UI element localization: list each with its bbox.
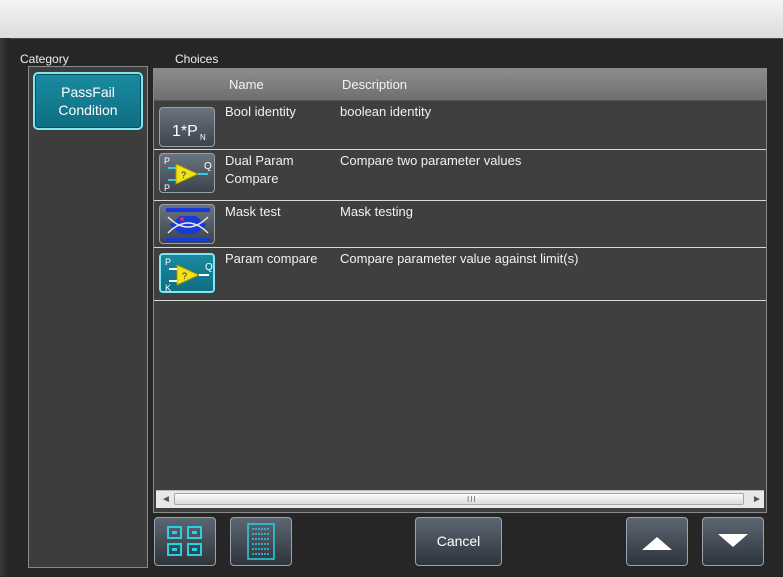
list-view-icon bbox=[247, 523, 275, 560]
column-header-name[interactable]: Name bbox=[229, 77, 264, 92]
input-p-label: P bbox=[165, 257, 171, 267]
row-description: Compare parameter value against limit(s) bbox=[340, 251, 579, 266]
row-description: Mask testing bbox=[340, 204, 413, 219]
column-header-row: Name Description bbox=[154, 69, 766, 101]
row-name: Dual Param Compare bbox=[225, 153, 294, 186]
scroll-up-button[interactable] bbox=[626, 517, 688, 566]
window-edge bbox=[0, 38, 10, 576]
category-passfail-condition-button[interactable]: PassFail Condition bbox=[33, 72, 143, 130]
row-name: Mask test bbox=[225, 204, 281, 219]
bool-identity-glyph: 1*P bbox=[172, 123, 198, 140]
input-p-label: P bbox=[164, 156, 170, 166]
dual-param-compare-icon[interactable]: P P Q ? bbox=[159, 153, 215, 193]
row-description: Compare two parameter values bbox=[340, 153, 522, 168]
category-label-line1: PassFail bbox=[61, 84, 115, 100]
category-panel bbox=[28, 66, 148, 568]
row-name: Param compare bbox=[225, 251, 318, 266]
scrollbar-grip-icon: III bbox=[467, 495, 477, 504]
list-view-button[interactable] bbox=[230, 517, 292, 566]
scroll-left-arrow-icon[interactable]: ◄ bbox=[161, 494, 171, 505]
triangle-up-icon bbox=[642, 537, 672, 550]
list-item[interactable]: P K Q ? Param compare Compare parameter … bbox=[154, 248, 766, 301]
scroll-right-arrow-icon[interactable]: ► bbox=[752, 494, 762, 505]
output-q-label: Q bbox=[204, 161, 212, 172]
grid-view-button[interactable] bbox=[154, 517, 216, 566]
horizontal-scrollbar[interactable]: ◄ III ► bbox=[156, 490, 764, 508]
choices-header: Choices bbox=[175, 52, 219, 66]
input-k-label: K bbox=[165, 283, 171, 293]
mask-test-icon[interactable] bbox=[159, 204, 215, 244]
list-item[interactable]: Mask test Mask testing bbox=[154, 201, 766, 248]
input-p2-label: P bbox=[164, 183, 170, 193]
output-q-label: Q bbox=[205, 262, 213, 273]
scroll-down-button[interactable] bbox=[702, 517, 764, 566]
category-header: Category bbox=[20, 52, 69, 66]
list-item[interactable]: 1*P N Bool identity boolean identity bbox=[154, 101, 766, 150]
list-item[interactable]: P P Q ? Dual Param Compare Compare two p… bbox=[154, 150, 766, 201]
scrollbar-thumb[interactable]: III bbox=[174, 493, 744, 505]
cancel-button[interactable]: Cancel bbox=[415, 517, 502, 566]
window-title-bar bbox=[0, 0, 783, 38]
param-compare-icon[interactable]: P K Q ? bbox=[159, 253, 215, 293]
row-name: Bool identity bbox=[225, 104, 296, 119]
triangle-down-icon bbox=[718, 534, 748, 547]
grid-view-icon bbox=[167, 526, 202, 556]
category-label-line2: Condition bbox=[58, 102, 118, 118]
bool-identity-icon[interactable]: 1*P N bbox=[159, 107, 215, 147]
choices-list: Name Description 1*P N Bool identity boo… bbox=[153, 68, 767, 513]
column-header-description[interactable]: Description bbox=[342, 77, 407, 92]
question-mark: ? bbox=[182, 271, 187, 281]
question-mark: ? bbox=[181, 170, 186, 180]
row-description: boolean identity bbox=[340, 104, 432, 119]
bool-identity-subscript: N bbox=[200, 133, 206, 142]
